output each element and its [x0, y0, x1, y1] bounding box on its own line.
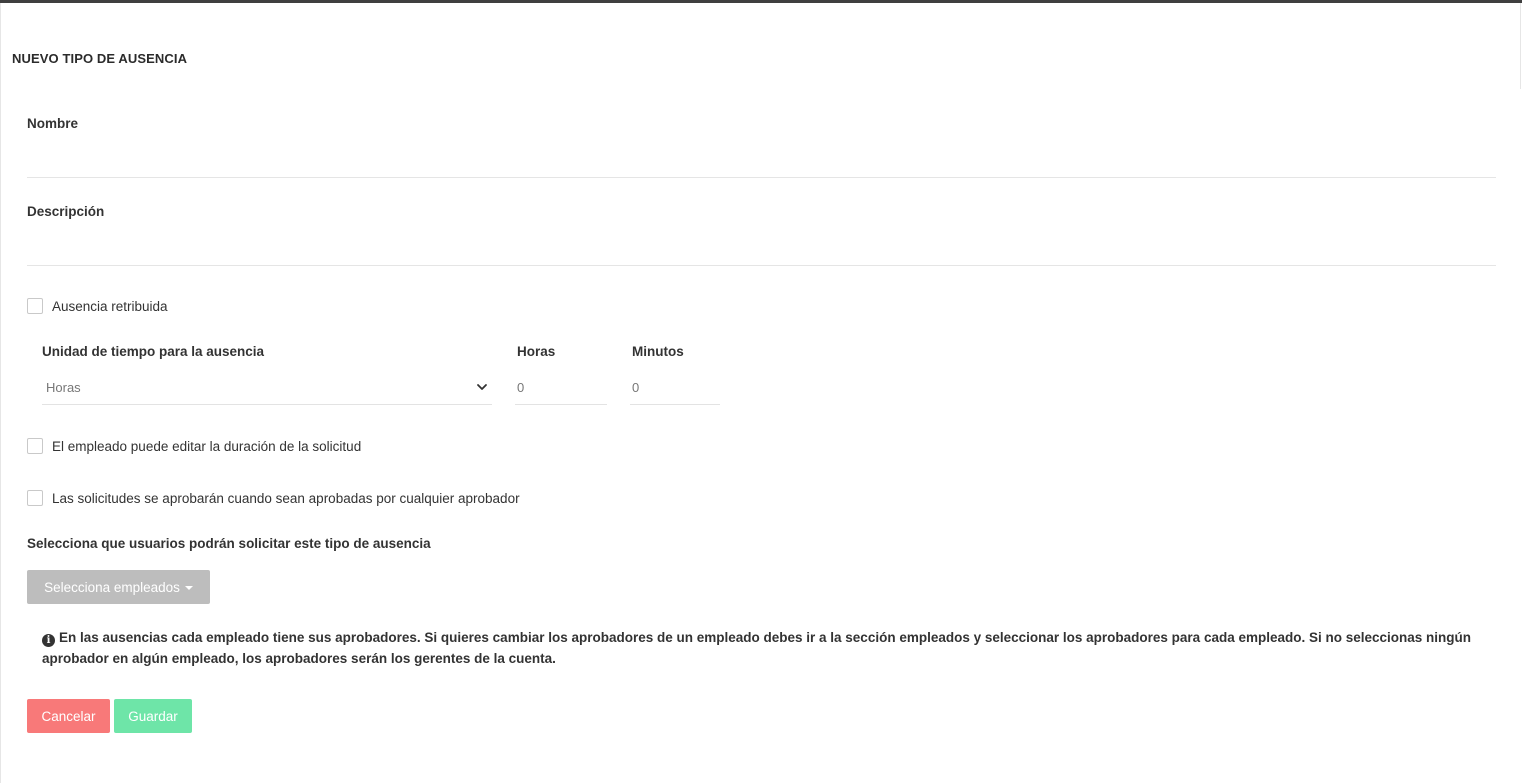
left-border — [0, 3, 1, 783]
editar-duracion-label: El empleado puede editar la duración de … — [52, 438, 362, 454]
unidad-select[interactable]: Horas — [42, 371, 492, 405]
chevron-down-icon — [477, 384, 487, 390]
cancel-button[interactable]: Cancelar — [27, 699, 110, 733]
info-circle-icon: i — [42, 634, 55, 647]
page-title: NUEVO TIPO DE AUSENCIA — [12, 51, 188, 66]
approvers-info: i En las ausencias cada empleado tiene su… — [42, 627, 1482, 669]
unidad-select-value: Horas — [46, 380, 81, 395]
unidad-label: Unidad de tiempo para la ausencia — [42, 344, 265, 359]
select-employees-label: Selecciona empleados — [44, 579, 180, 595]
cualquier-aprobador-row[interactable]: Las solicitudes se aprobarán cuando sean… — [27, 490, 520, 506]
descripcion-underline — [27, 265, 1496, 266]
minutos-value: 0 — [632, 380, 640, 395]
retribuida-row[interactable]: Ausencia retribuida — [27, 298, 168, 314]
nombre-input[interactable] — [27, 145, 1495, 173]
usuarios-label: Selecciona que usuarios podrán solicitar… — [27, 536, 431, 551]
cualquier-aprobador-label: Las solicitudes se aprobarán cuando sean… — [52, 490, 520, 506]
descripcion-label: Descripción — [27, 204, 105, 219]
horas-input[interactable]: 0 — [515, 371, 607, 405]
cualquier-aprobador-checkbox[interactable] — [27, 490, 43, 506]
nombre-label: Nombre — [27, 116, 79, 131]
right-border — [1520, 3, 1521, 89]
minutos-label: Minutos — [632, 344, 684, 359]
horas-label: Horas — [517, 344, 556, 359]
approvers-info-text: En las ausencias cada empleado tiene sus… — [42, 630, 1472, 666]
editar-duracion-checkbox[interactable] — [27, 438, 43, 454]
nombre-underline — [27, 177, 1496, 178]
minutos-input[interactable]: 0 — [630, 371, 720, 405]
select-employees-button[interactable]: Selecciona empleados — [27, 570, 210, 604]
top-border — [0, 0, 1522, 3]
save-button[interactable]: Guardar — [114, 699, 192, 733]
caret-down-icon — [184, 586, 193, 590]
retribuida-checkbox[interactable] — [27, 298, 43, 314]
editar-duracion-row[interactable]: El empleado puede editar la duración de … — [27, 438, 361, 454]
descripcion-input[interactable] — [27, 233, 1495, 261]
retribuida-label: Ausencia retribuida — [52, 298, 168, 314]
horas-value: 0 — [517, 380, 525, 395]
